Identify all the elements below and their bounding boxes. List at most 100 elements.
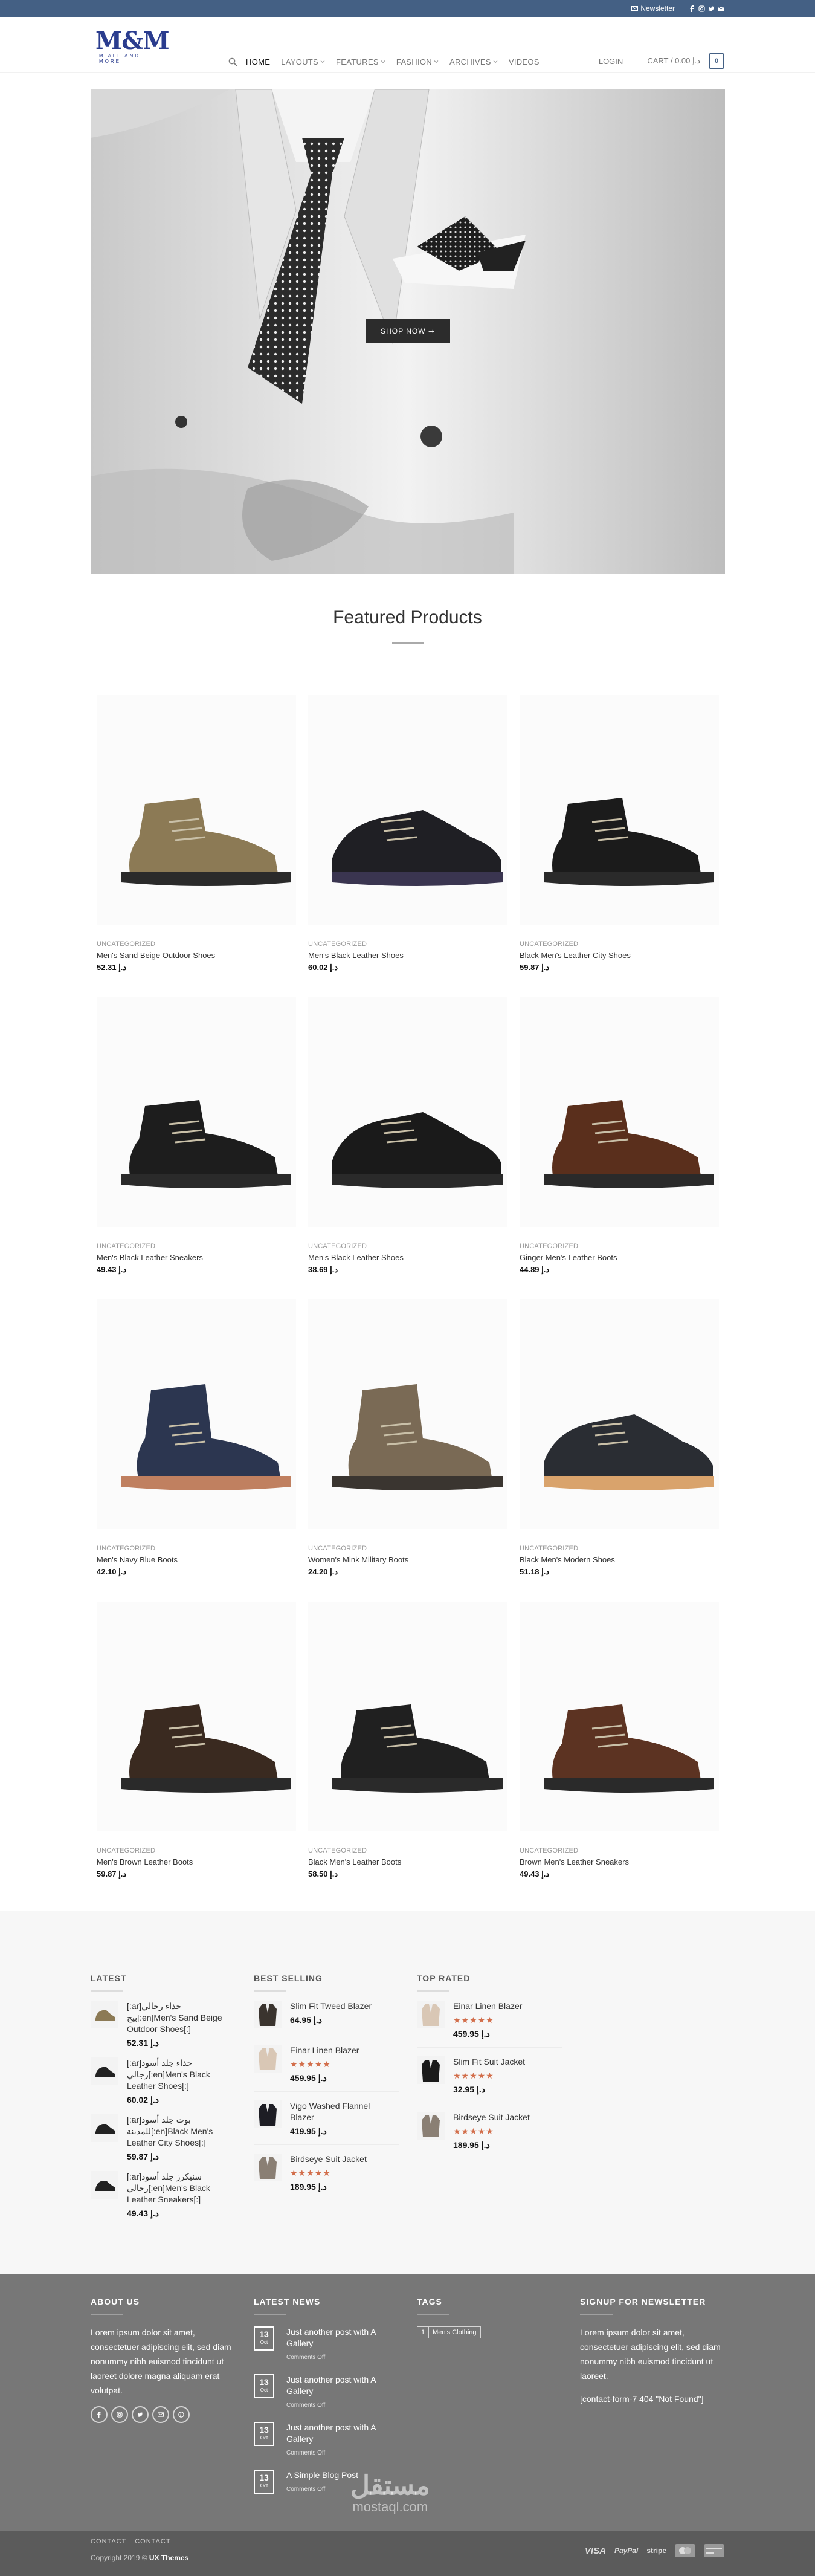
product-image-wrap[interactable]: [97, 1299, 296, 1529]
list-item[interactable]: [:ar]حذاء جلد أسود رجالي[:en]Men's Black…: [91, 2057, 230, 2106]
product-category[interactable]: UNCATEGORIZED: [308, 1847, 507, 1854]
product-thumbnail[interactable]: [254, 2100, 282, 2128]
nav-item-features[interactable]: FEATURES: [336, 57, 385, 66]
product-card[interactable]: UNCATEGORIZED Ginger Men's Leather Boots…: [520, 997, 719, 1275]
product-image-wrap[interactable]: [520, 695, 719, 925]
product-image-wrap[interactable]: [97, 1602, 296, 1831]
product-name[interactable]: Vigo Washed Flannel Blazer: [290, 2100, 393, 2123]
product-thumbnail[interactable]: [91, 2001, 118, 2028]
product-card[interactable]: UNCATEGORIZED Men's Navy Blue Boots 42.1…: [97, 1299, 296, 1577]
product-card[interactable]: UNCATEGORIZED Women's Mink Military Boot…: [308, 1299, 507, 1577]
product-category[interactable]: UNCATEGORIZED: [308, 1243, 507, 1250]
product-thumbnail[interactable]: [91, 2057, 118, 2085]
news-post[interactable]: 13 Oct Just another post with A Gallery C…: [254, 2326, 399, 2363]
product-card[interactable]: UNCATEGORIZED Brown Men's Leather Sneake…: [520, 1602, 719, 1879]
news-post[interactable]: 13 Oct Just another post with A Gallery C…: [254, 2422, 399, 2459]
product-name[interactable]: Men's Navy Blue Boots: [97, 1555, 296, 1564]
list-item[interactable]: Einar Linen Blazer ★★★★★ 459.95 د.إ: [254, 2045, 399, 2084]
search-icon[interactable]: [228, 57, 237, 66]
cart-link[interactable]: CART / 0.00 د.إ 0: [647, 53, 724, 69]
list-item[interactable]: Einar Linen Blazer ★★★★★ 459.95 د.إ: [417, 2001, 562, 2040]
newsletter-link[interactable]: Newsletter: [631, 0, 675, 17]
list-item[interactable]: [:ar]بوت جلد أسود للمدينة[:en]Black Men'…: [91, 2114, 230, 2163]
product-name[interactable]: Black Men's Leather Boots: [308, 1857, 507, 1866]
list-item[interactable]: Birdseye Suit Jacket ★★★★★ 189.95 د.إ: [417, 2112, 562, 2151]
product-name[interactable]: Einar Linen Blazer: [290, 2045, 393, 2056]
product-image-wrap[interactable]: [97, 695, 296, 925]
product-name[interactable]: Brown Men's Leather Sneakers: [520, 1857, 719, 1866]
list-item[interactable]: [:ar]سنيكرز جلد أسود رجالي[:en]Men's Bla…: [91, 2171, 230, 2219]
product-image-wrap[interactable]: [520, 1602, 719, 1831]
product-name[interactable]: Men's Sand Beige Outdoor Shoes: [97, 951, 296, 960]
product-card[interactable]: UNCATEGORIZED Men's Black Leather Sneake…: [97, 997, 296, 1275]
product-category[interactable]: UNCATEGORIZED: [308, 1545, 507, 1552]
footer-link-contact[interactable]: CONTACT: [135, 2538, 170, 2545]
copyright-brand[interactable]: UX Themes: [149, 2554, 188, 2562]
product-category[interactable]: UNCATEGORIZED: [520, 1243, 719, 1250]
product-image-wrap[interactable]: [520, 1299, 719, 1529]
facebook-icon[interactable]: [689, 5, 695, 12]
product-name[interactable]: Slim Fit Tweed Blazer: [290, 2001, 393, 2012]
facebook-icon[interactable]: [91, 2406, 108, 2423]
product-category[interactable]: UNCATEGORIZED: [97, 940, 296, 948]
product-card[interactable]: UNCATEGORIZED Black Men's Modern Shoes 5…: [520, 1299, 719, 1577]
mail-icon[interactable]: [718, 5, 724, 12]
login-link[interactable]: LOGIN: [599, 57, 623, 66]
product-thumbnail[interactable]: [254, 2154, 282, 2181]
nav-item-fashion[interactable]: FASHION: [396, 57, 439, 66]
product-thumbnail[interactable]: [417, 2056, 445, 2084]
twitter-icon[interactable]: [708, 5, 715, 12]
post-title[interactable]: Just another post with A Gallery: [286, 2326, 399, 2349]
product-image-wrap[interactable]: [308, 997, 507, 1227]
product-name[interactable]: Men's Black Leather Shoes: [308, 951, 507, 960]
mail-icon[interactable]: [152, 2406, 169, 2423]
product-thumbnail[interactable]: [254, 2045, 282, 2073]
tag-mens-clothing[interactable]: 1 Men's Clothing: [417, 2326, 481, 2338]
product-category[interactable]: UNCATEGORIZED: [520, 1847, 719, 1854]
shop-now-button[interactable]: SHOP NOW ➞: [366, 319, 450, 343]
nav-item-archives[interactable]: ARCHIVES: [449, 57, 498, 66]
product-category[interactable]: UNCATEGORIZED: [520, 940, 719, 948]
product-category[interactable]: UNCATEGORIZED: [520, 1545, 719, 1552]
instagram-icon[interactable]: [111, 2406, 128, 2423]
product-name[interactable]: Men's Black Leather Shoes: [308, 1253, 507, 1262]
product-category[interactable]: UNCATEGORIZED: [97, 1243, 296, 1250]
product-card[interactable]: UNCATEGORIZED Men's Sand Beige Outdoor S…: [97, 695, 296, 972]
twitter-icon[interactable]: [132, 2406, 149, 2423]
product-card[interactable]: UNCATEGORIZED Black Men's Leather Boots …: [308, 1602, 507, 1879]
post-title[interactable]: Just another post with A Gallery: [286, 2422, 399, 2445]
product-category[interactable]: UNCATEGORIZED: [97, 1545, 296, 1552]
list-item[interactable]: Birdseye Suit Jacket ★★★★★ 189.95 د.إ: [254, 2154, 399, 2193]
product-thumbnail[interactable]: [91, 2114, 118, 2142]
pinterest-icon[interactable]: [173, 2406, 190, 2423]
list-item[interactable]: Slim Fit Tweed Blazer 64.95 د.إ: [254, 2001, 399, 2028]
list-item[interactable]: Vigo Washed Flannel Blazer 419.95 د.إ: [254, 2100, 399, 2137]
nav-item-home[interactable]: HOME: [246, 57, 270, 66]
list-item[interactable]: Slim Fit Suit Jacket ★★★★★ 32.95 د.إ: [417, 2056, 562, 2095]
news-post[interactable]: 13 Oct Just another post with A Gallery C…: [254, 2374, 399, 2411]
product-thumbnail[interactable]: [417, 2001, 445, 2028]
product-card[interactable]: UNCATEGORIZED Black Men's Leather City S…: [520, 695, 719, 972]
product-name[interactable]: Men's Brown Leather Boots: [97, 1857, 296, 1866]
product-name[interactable]: [:ar]بوت جلد أسود للمدينة[:en]Black Men'…: [127, 2114, 230, 2149]
product-name[interactable]: Women's Mink Military Boots: [308, 1555, 507, 1564]
product-name[interactable]: [:ar]حذاء جلد أسود رجالي[:en]Men's Black…: [127, 2057, 230, 2092]
product-card[interactable]: UNCATEGORIZED Men's Brown Leather Boots …: [97, 1602, 296, 1879]
product-thumbnail[interactable]: [417, 2112, 445, 2140]
product-image-wrap[interactable]: [520, 997, 719, 1227]
list-item[interactable]: [:ar]حذاء رجالي بيج[:en]Men's Sand Beige…: [91, 2001, 230, 2049]
product-image-wrap[interactable]: [308, 1602, 507, 1831]
product-name[interactable]: Slim Fit Suit Jacket: [453, 2056, 556, 2068]
product-card[interactable]: UNCATEGORIZED Men's Black Leather Shoes …: [308, 997, 507, 1275]
product-name[interactable]: Black Men's Leather City Shoes: [520, 951, 719, 960]
product-category[interactable]: UNCATEGORIZED: [97, 1847, 296, 1854]
nav-item-layouts[interactable]: LAYOUTS: [281, 57, 325, 66]
product-name[interactable]: Birdseye Suit Jacket: [290, 2154, 393, 2165]
product-thumbnail[interactable]: [91, 2171, 118, 2199]
product-image-wrap[interactable]: [308, 695, 507, 925]
product-name[interactable]: Ginger Men's Leather Boots: [520, 1253, 719, 1262]
product-name[interactable]: [:ar]حذاء رجالي بيج[:en]Men's Sand Beige…: [127, 2001, 230, 2035]
product-image-wrap[interactable]: [308, 1299, 507, 1529]
product-name[interactable]: Black Men's Modern Shoes: [520, 1555, 719, 1564]
footer-link-contact[interactable]: CONTACT: [91, 2538, 126, 2545]
